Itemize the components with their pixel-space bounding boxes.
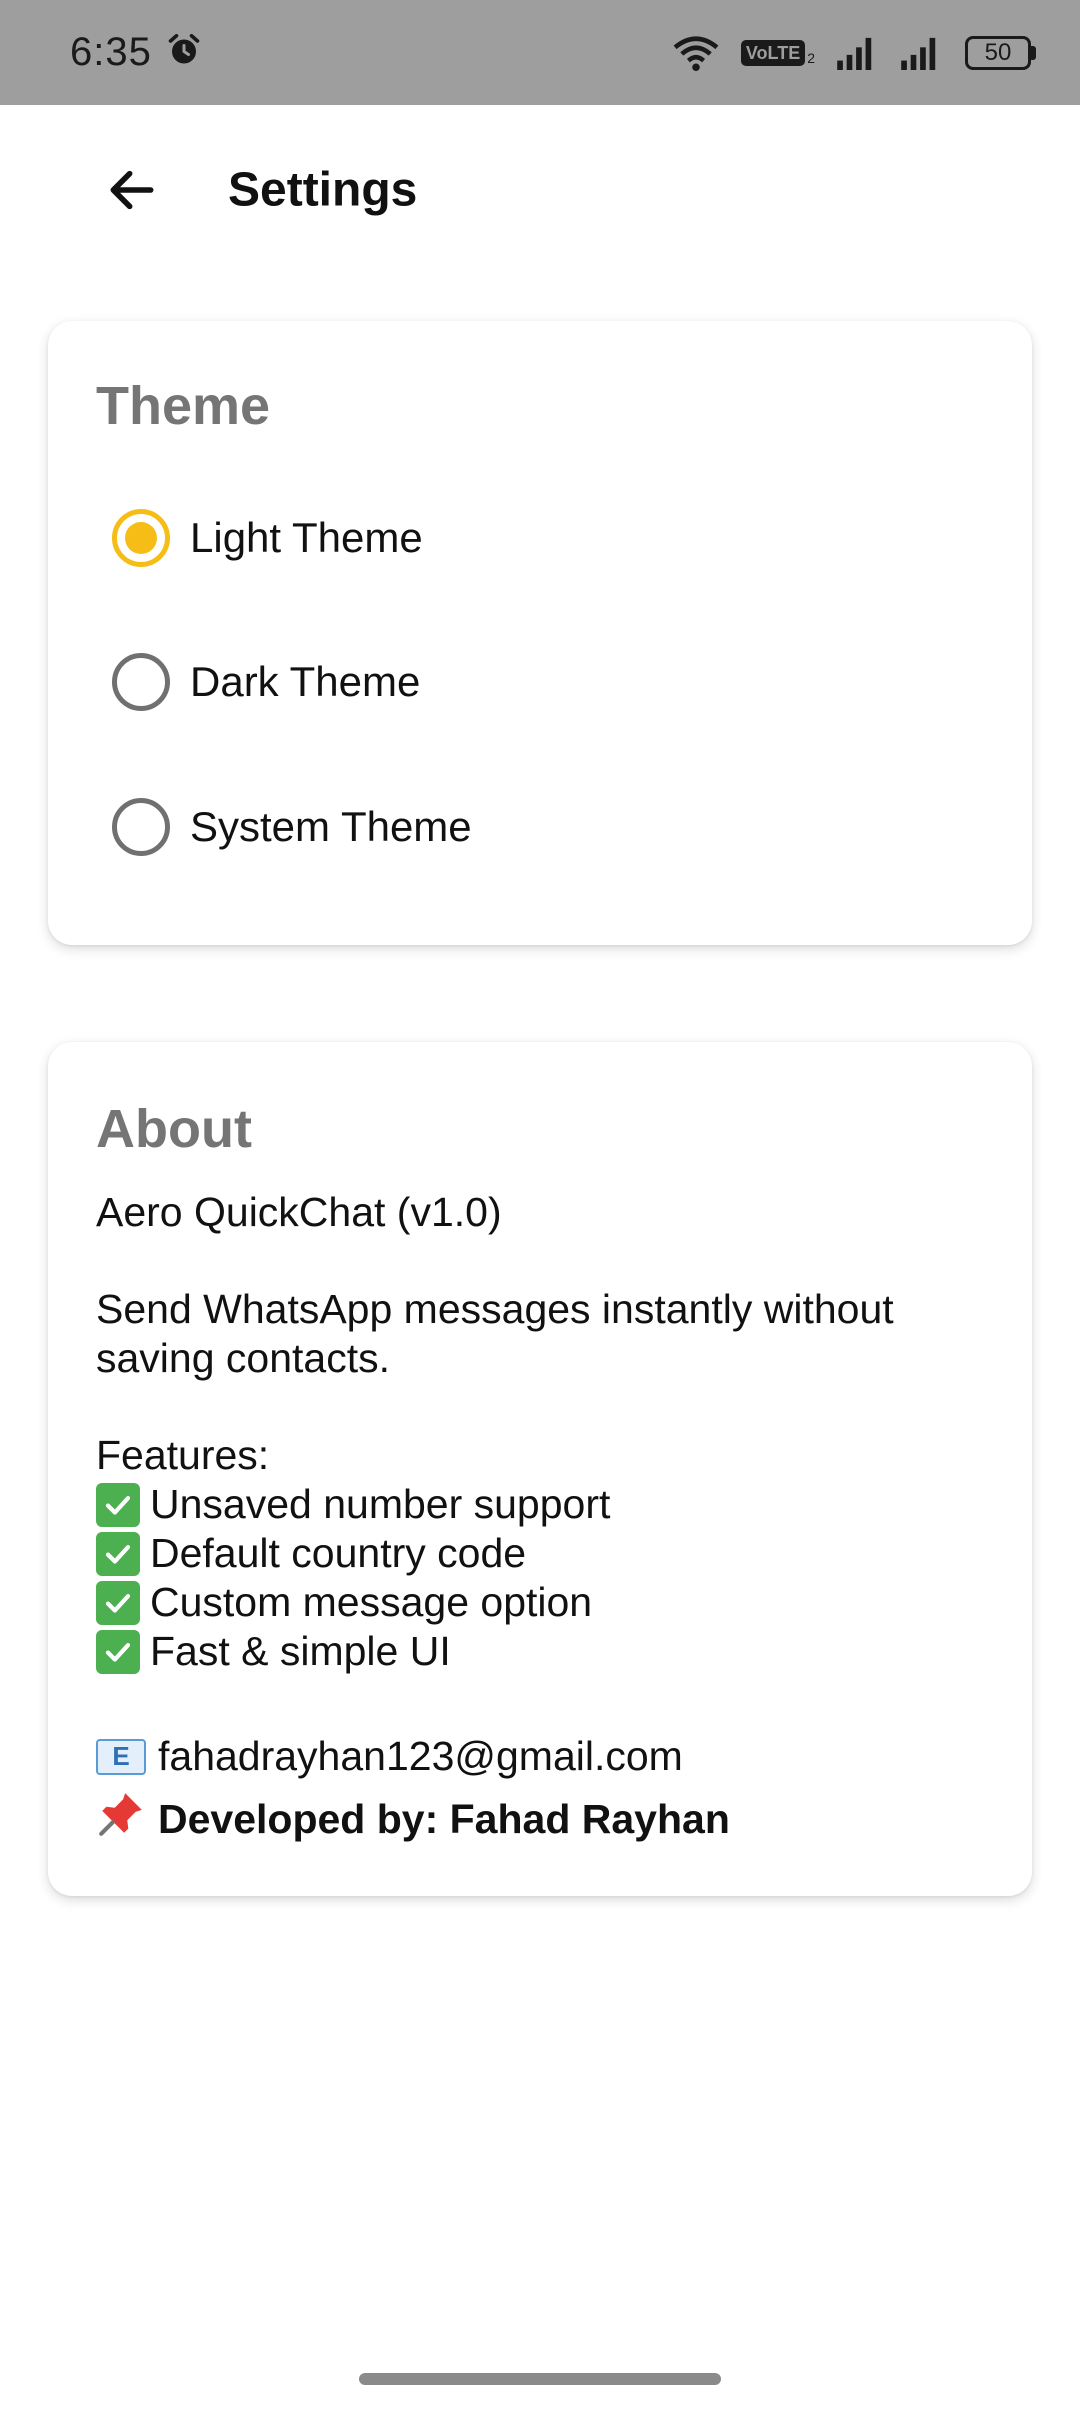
feature-text: Default country code: [150, 1530, 527, 1576]
alarm-clock-icon: [166, 32, 202, 73]
signal-bars-icon: [901, 36, 943, 70]
status-time: 6:35: [70, 30, 152, 74]
radio-system-theme[interactable]: System Theme: [112, 782, 472, 872]
developer-text: Developed by: Fahad Rayhan: [158, 1796, 730, 1842]
feature-text: Custom message option: [150, 1579, 593, 1625]
check-mark-icon: [96, 1580, 140, 1625]
email-line: E fahadrayhan123@gmail.com: [96, 1732, 996, 1781]
radio-button-checked[interactable]: [112, 509, 170, 567]
check-mark-icon: [96, 1482, 140, 1527]
about-section-title: About: [96, 1099, 252, 1159]
status-left: 6:35: [70, 30, 202, 75]
radio-button[interactable]: [112, 798, 170, 856]
theme-section-title: Theme: [96, 376, 271, 436]
volte-label: VoLTE: [740, 39, 806, 66]
radio-light-theme[interactable]: Light Theme: [112, 493, 423, 583]
back-button[interactable]: [92, 150, 172, 230]
arrow-left-icon: [110, 170, 154, 210]
volte-badge: VoLTE 2: [740, 39, 815, 66]
battery-level: 50: [965, 35, 1031, 70]
theme-card: Theme Light Theme Dark Theme System Them…: [48, 321, 1032, 945]
radio-label: System Theme: [190, 803, 472, 850]
volte-sub: 2: [807, 49, 815, 66]
about-card: About Aero QuickChat (v1.0) Send WhatsAp…: [48, 1042, 1032, 1896]
gesture-navigation-bar[interactable]: [359, 2373, 721, 2385]
page-title: Settings: [228, 163, 418, 217]
battery-icon: 50: [965, 35, 1036, 70]
list-item: Custom message option: [96, 1578, 996, 1627]
radio-button[interactable]: [112, 653, 170, 711]
list-item: Fast & simple UI: [96, 1627, 996, 1676]
developer-line: Developed by: Fahad Rayhan: [96, 1789, 996, 1850]
about-body: Aero QuickChat (v1.0) Send WhatsApp mess…: [96, 1188, 996, 1850]
radio-label: Dark Theme: [190, 658, 421, 705]
pushpin-icon: [96, 1789, 146, 1850]
app-name-version: Aero QuickChat (v1.0): [96, 1189, 502, 1235]
email-text[interactable]: fahadrayhan123@gmail.com: [158, 1732, 683, 1781]
check-mark-icon: [96, 1629, 140, 1674]
check-mark-icon: [96, 1531, 140, 1576]
wifi-icon: [673, 34, 719, 72]
radio-label: Light Theme: [190, 514, 423, 561]
radio-dark-theme[interactable]: Dark Theme: [112, 637, 420, 727]
app-description: Send WhatsApp messages instantly without…: [96, 1286, 894, 1381]
feature-text: Fast & simple UI: [150, 1628, 451, 1674]
status-bar: 6:35 VoLTE 2 50: [0, 0, 1080, 105]
status-right: VoLTE 2 50: [673, 34, 1036, 72]
app-bar: Settings: [0, 105, 1080, 275]
list-item: Default country code: [96, 1529, 996, 1578]
feature-text: Unsaved number support: [150, 1481, 611, 1527]
features-heading: Features:: [96, 1432, 270, 1478]
list-item: Unsaved number support: [96, 1480, 996, 1529]
email-icon: E: [96, 1738, 146, 1775]
signal-bars-icon: [837, 36, 879, 70]
